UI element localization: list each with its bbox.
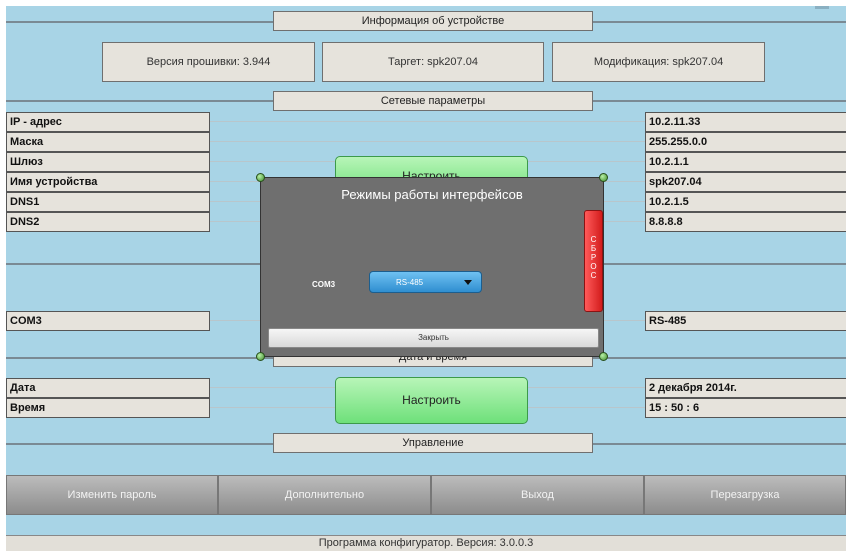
resize-handle-icon[interactable] [599, 352, 608, 361]
dns2-label: DNS2 [6, 212, 210, 232]
datetime-configure-button[interactable]: Настроить [335, 377, 528, 424]
dialog-title: Режимы работы интерфейсов [341, 187, 523, 202]
modification-info: Модификация: spk207.04 [552, 42, 765, 82]
mask-label: Маска [6, 132, 210, 152]
row-guide [210, 121, 645, 122]
row-guide [210, 141, 645, 142]
configurator-screen: Информация об устройстве Версия прошивки… [6, 6, 846, 551]
resize-handle-icon[interactable] [599, 173, 608, 182]
firmware-version: Версия прошивки: 3.944 [102, 42, 315, 82]
device-name-label: Имя устройства [6, 172, 210, 192]
gateway-value: 10.2.1.1 [645, 152, 846, 172]
minimize-icon[interactable] [815, 6, 829, 9]
reboot-button[interactable]: Перезагрузка [644, 475, 846, 515]
section-title-device-info: Информация об устройстве [273, 11, 593, 31]
section-title-network: Сетевые параметры [273, 91, 593, 111]
com-mode-select[interactable]: RS-485 [369, 271, 482, 293]
resize-handle-icon[interactable] [256, 352, 265, 361]
target-info: Таргет: spk207.04 [322, 42, 544, 82]
dns1-value: 10.2.1.5 [645, 192, 846, 212]
com3-label: COM3 [6, 311, 210, 331]
status-bar: Программа конфигуратор. Версия: 3.0.0.3 [6, 535, 846, 551]
time-label: Время [6, 398, 210, 418]
exit-button[interactable]: Выход [431, 475, 644, 515]
time-value: 15 : 50 : 6 [645, 398, 846, 418]
close-button[interactable]: Закрыть [268, 328, 599, 348]
reset-button-label: СБРОС [590, 235, 597, 280]
section-title-management: Управление [273, 433, 593, 453]
com3-value: RS-485 [645, 311, 846, 331]
ip-address-label: IP - адрес [6, 112, 210, 132]
com-port-label: COM3 [312, 280, 336, 289]
dns1-label: DNS1 [6, 192, 210, 212]
chevron-down-icon [464, 280, 472, 285]
reset-button[interactable]: СБРОС [584, 210, 603, 312]
date-value: 2 декабря 2014г. [645, 378, 846, 398]
advanced-button[interactable]: Дополнительно [218, 475, 431, 515]
gateway-label: Шлюз [6, 152, 210, 172]
ip-address-value: 10.2.11.33 [645, 112, 846, 132]
change-password-button[interactable]: Изменить пароль [6, 475, 218, 515]
com-mode-select-value: RS-485 [396, 278, 424, 287]
resize-handle-icon[interactable] [256, 173, 265, 182]
dns2-value: 8.8.8.8 [645, 212, 846, 232]
mask-value: 255.255.0.0 [645, 132, 846, 152]
date-label: Дата [6, 378, 210, 398]
device-name-value: spk207.04 [645, 172, 846, 192]
